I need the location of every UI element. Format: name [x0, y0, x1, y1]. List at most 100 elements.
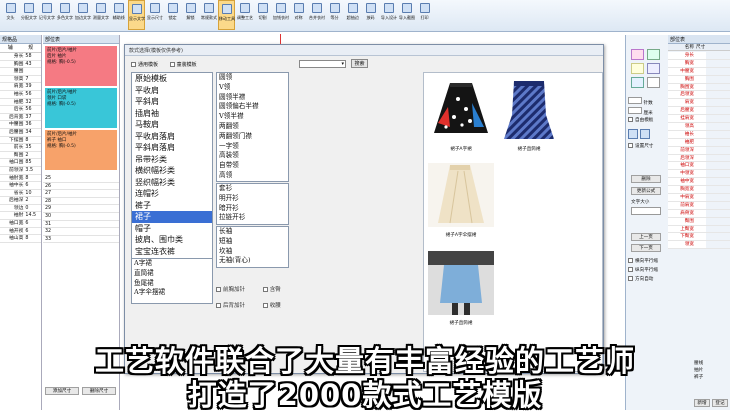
part-size-cell[interactable]	[696, 146, 706, 154]
toolbar-button[interactable]: 记号文字	[38, 0, 55, 30]
list-item[interactable]: 高装领	[217, 151, 288, 161]
next-page-button[interactable]: 下一页	[631, 244, 661, 252]
list-item[interactable]: 裤子	[132, 200, 212, 212]
list-item[interactable]: 一字领	[217, 142, 288, 152]
part-size-row[interactable]: 袖长	[668, 130, 730, 139]
waist-checkbox[interactable]	[262, 303, 268, 308]
thumbnail-straight-skirt[interactable]: 裙子直筒裙	[496, 77, 562, 155]
list-item[interactable]: 平斜肩落肩	[132, 142, 212, 154]
part-size-cell[interactable]	[696, 178, 706, 186]
part-size-row[interactable]: 胸宽宽	[668, 186, 730, 195]
part-size-row[interactable]: 臀围	[668, 217, 730, 226]
spec-row[interactable]: 后背宽 37	[0, 114, 41, 122]
tab-aux[interactable]: 辅	[0, 44, 21, 52]
general-template-checkbox[interactable]	[131, 62, 136, 67]
delete-tool-icon[interactable]	[647, 77, 660, 88]
part-size-row[interactable]: 胸围宽	[668, 83, 730, 92]
toolbar-button[interactable]: 放码	[362, 0, 379, 30]
list-item[interactable]: 插肩袖	[132, 108, 212, 120]
hip-checkbox[interactable]	[262, 287, 268, 292]
part-size-cell[interactable]	[696, 233, 706, 241]
list-item[interactable]: 套衫	[217, 184, 288, 194]
part-size-row[interactable]: 身长	[668, 52, 730, 60]
neckline-list[interactable]: 圆领 V领 圆领半襟 圆领偏右半襟 V领半襟 两翻领 两翻领门襟 一字领 高装领 自带领 高领	[216, 72, 289, 182]
size-row[interactable]: 33	[43, 236, 119, 244]
part-size-row[interactable]: 肩宽	[668, 99, 730, 108]
part-size-row[interactable]: 领宽	[668, 241, 730, 250]
spec-row[interactable]: 袖肘 14.5	[0, 212, 41, 221]
toolbar-button[interactable]: 测量文字	[92, 0, 109, 30]
spec-row[interactable]: 胸围 43	[0, 61, 41, 69]
select-tool-icon[interactable]	[631, 49, 644, 60]
part-size-cell[interactable]	[696, 154, 706, 162]
part-block[interactable]: 前片/后片/袖片 后片 袖片 规格: 胸(-0.5)	[45, 46, 117, 86]
vertical-scale-checkbox[interactable]	[628, 267, 633, 272]
spec-row[interactable]: 袖肥 32	[0, 99, 41, 107]
list-item[interactable]: 两翻领门襟	[217, 132, 288, 142]
sleeve-list[interactable]: 长袖 短袖 坎袖 无袖(背心)	[216, 226, 289, 268]
spec-row[interactable]: 下摆围 8	[0, 137, 41, 145]
spec-row[interactable]: 前长 35	[0, 144, 41, 152]
list-item[interactable]: V领半襟	[217, 112, 288, 122]
list-item[interactable]: 圆领	[217, 73, 288, 83]
part-size-row[interactable]: 前领深	[668, 146, 730, 155]
category-list[interactable]: 原始模板 平收肩 平斜肩 插肩袖 马鞍肩 平收肩落肩 平斜肩落肩 吊带衫类 横织幅衫类 竖织幅衫类…	[131, 72, 213, 260]
list-item[interactable]: 圆领偏右半襟	[217, 102, 288, 112]
list-item[interactable]: 平收肩	[132, 85, 212, 97]
part-size-row[interactable]: 中肩宽	[668, 194, 730, 202]
size-row[interactable]: 31	[43, 221, 119, 229]
align-right-icon[interactable]	[640, 129, 650, 139]
part-size-cell[interactable]	[696, 75, 706, 83]
spec-row[interactable]: 中腰围 36	[0, 121, 41, 129]
spec-row[interactable]: 袖肘宽 8	[0, 175, 41, 183]
toolbar-button[interactable]: 文头	[2, 0, 19, 30]
part-size-cell[interactable]	[696, 91, 706, 99]
part-size-cell[interactable]	[696, 59, 706, 67]
part-size-row[interactable]: 中腰宽	[668, 67, 730, 76]
toolbar-button[interactable]: 多色文字	[56, 0, 73, 30]
part-size-row[interactable]: 后领宽	[668, 91, 730, 100]
list-item[interactable]: A字伞摆裙	[132, 288, 212, 298]
part-size-cell[interactable]	[696, 123, 706, 130]
toolbar-button[interactable]: 对称	[290, 0, 307, 30]
spec-row[interactable]: 省长 10	[0, 190, 41, 198]
size-row[interactable]: 25	[43, 175, 119, 183]
spec-row[interactable]: 领边 0	[0, 205, 41, 213]
part-size-cell[interactable]	[696, 225, 706, 233]
list-item[interactable]: 两翻领	[217, 122, 288, 132]
spec-row[interactable]: 后长 56	[0, 106, 41, 114]
part-size-row[interactable]: 下臀宽	[668, 233, 730, 242]
text-size-input[interactable]	[631, 207, 661, 215]
spec-row[interactable]: 身长 58	[0, 53, 41, 61]
part-size-cell[interactable]	[696, 201, 706, 209]
spec-row[interactable]: 后袖深 2	[0, 197, 41, 205]
delete-button[interactable]: 删除	[631, 175, 661, 183]
list-item[interactable]: 平收肩落肩	[132, 131, 212, 143]
size-row[interactable]: 32	[43, 228, 119, 236]
list-item[interactable]: 原始模板	[132, 73, 212, 85]
part-size-row[interactable]: 袖口宽	[668, 162, 730, 171]
update-formula-button[interactable]: 更新公式	[631, 187, 661, 195]
search-button[interactable]: 搜索	[351, 59, 368, 68]
part-size-cell[interactable]	[696, 67, 706, 75]
set-size-checkbox[interactable]	[628, 143, 633, 148]
thumbnail-umbrella-skirt[interactable]: 裙子A字伞摆裙	[428, 163, 494, 241]
list-item[interactable]: 马鞍肩	[132, 119, 212, 131]
toolbar-button[interactable]: 切割	[254, 0, 271, 30]
prev-page-button[interactable]: 上一页	[631, 233, 661, 241]
part-size-row[interactable]: 胸宽	[668, 59, 730, 68]
part-size-cell[interactable]	[696, 209, 706, 217]
toolbar-button[interactable]: 显示尺寸	[146, 0, 163, 30]
part-size-cell[interactable]	[696, 241, 706, 249]
add-tool-icon[interactable]	[647, 49, 660, 60]
part-size-cell[interactable]	[696, 162, 706, 170]
spec-row[interactable]: 袖口宽 6	[0, 220, 41, 228]
part-size-row[interactable]: 胸围	[668, 75, 730, 84]
part-size-row[interactable]: 上臀宽	[668, 225, 730, 234]
list-item[interactable]: 吊带衫类	[132, 154, 212, 166]
part-size-row[interactable]: 中领宽	[668, 170, 730, 179]
tab-spec[interactable]: 规	[21, 44, 42, 52]
toolbar-button[interactable]: 解锁	[182, 0, 199, 30]
list-item[interactable]: 高领	[217, 171, 288, 181]
spec-row[interactable]: 袖中长 6	[0, 182, 41, 190]
